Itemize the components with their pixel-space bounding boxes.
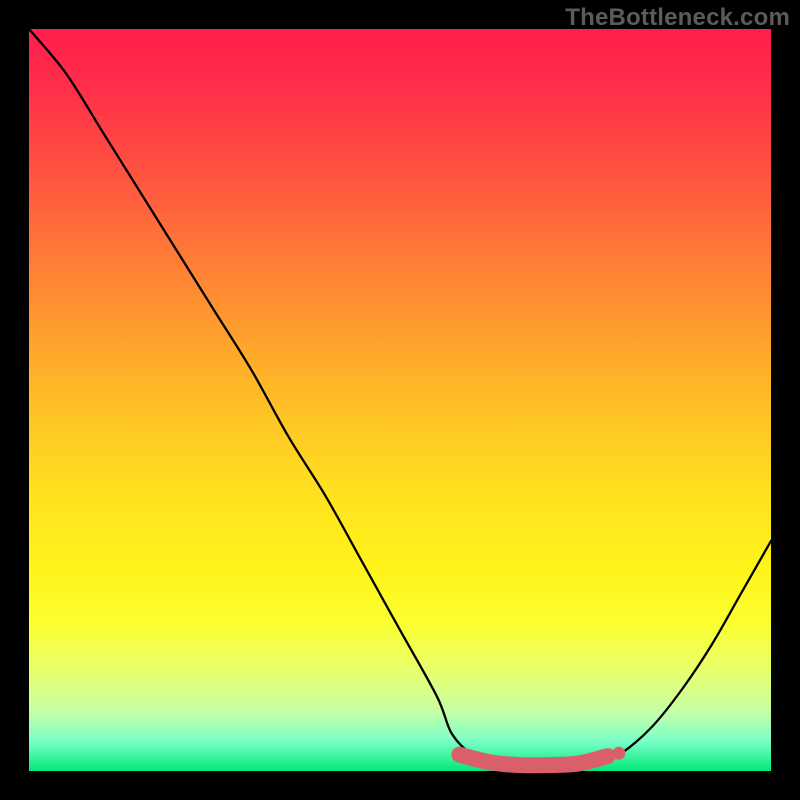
bottleneck-curve xyxy=(29,29,771,767)
chart-svg xyxy=(29,29,771,771)
optimal-range-band xyxy=(459,755,607,766)
curve-layer xyxy=(29,29,771,767)
chart-frame: TheBottleneck.com xyxy=(0,0,800,800)
optimal-range-end-dot xyxy=(612,747,625,760)
plot-area xyxy=(29,29,771,771)
watermark-text: TheBottleneck.com xyxy=(565,4,790,32)
marker-layer xyxy=(459,747,625,766)
